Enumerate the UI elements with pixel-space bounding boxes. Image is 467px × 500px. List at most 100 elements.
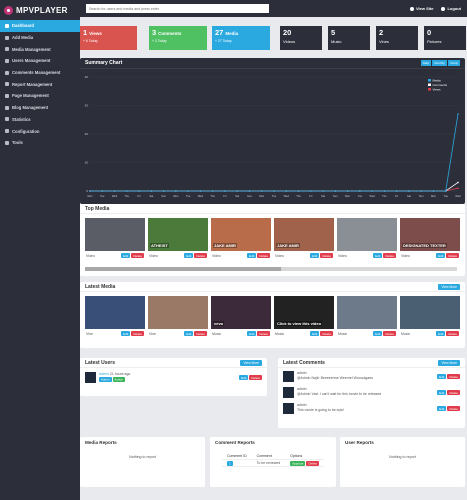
sidebar-item-add-media[interactable]: Add Media: [0, 32, 80, 44]
view-more-users-button[interactable]: View More: [240, 359, 262, 366]
media-card[interactable]: JAKE AMIR Video Edit Delete: [211, 218, 271, 260]
sidebar-item-blog-management[interactable]: Blog Management: [0, 102, 80, 114]
data-point[interactable]: [224, 190, 226, 192]
data-point[interactable]: [101, 190, 104, 192]
media-thumbnail[interactable]: [85, 218, 145, 251]
data-point[interactable]: [457, 187, 459, 189]
sidebar-item-page-management[interactable]: Page Management: [0, 90, 80, 102]
edit-button[interactable]: Edit: [437, 406, 447, 411]
media-card[interactable]: Video Edit Delete: [337, 218, 397, 260]
data-point[interactable]: [126, 190, 128, 192]
data-point[interactable]: [334, 190, 337, 192]
data-point[interactable]: [138, 190, 140, 192]
delete-button[interactable]: Delete: [320, 253, 333, 258]
media-card[interactable]: Vine Edit Delete: [85, 296, 145, 338]
data-point[interactable]: [346, 190, 349, 192]
delete-button[interactable]: Delete: [194, 253, 207, 258]
sidebar-item-comments-management[interactable]: Comments Management: [0, 67, 80, 79]
edit-button[interactable]: Edit: [247, 253, 257, 258]
edit-button[interactable]: Edit: [437, 390, 447, 395]
media-card[interactable]: Vine Edit Delete: [148, 296, 208, 338]
edit-button[interactable]: Edit: [437, 374, 447, 379]
media-card[interactable]: DESIGNATED TEXTER Video Edit Delete: [400, 218, 460, 260]
data-point[interactable]: [260, 190, 263, 192]
data-point[interactable]: [187, 190, 189, 192]
media-card[interactable]: Music Edit Delete: [400, 296, 460, 338]
media-thumbnail[interactable]: [337, 296, 397, 329]
media-thumbnail[interactable]: JAKE AMIR: [274, 218, 334, 251]
data-point[interactable]: [383, 190, 386, 192]
delete-button[interactable]: Delete: [446, 331, 459, 336]
data-point[interactable]: [432, 190, 435, 192]
delete-button[interactable]: Delete: [383, 331, 396, 336]
sidebar-item-users-management[interactable]: Users Management: [0, 55, 80, 67]
data-point[interactable]: [150, 190, 153, 192]
edit-button[interactable]: Edit: [310, 253, 320, 258]
data-point[interactable]: [236, 190, 238, 192]
stat-card-media[interactable]: 27 Media + 27 Today: [212, 26, 270, 50]
data-point[interactable]: [408, 190, 410, 192]
scrollbar-thumb[interactable]: [85, 267, 281, 271]
comment-user[interactable]: admin: [297, 403, 307, 407]
edit-button[interactable]: Edit: [373, 253, 383, 258]
stat-card-views[interactable]: 1 Views + 6 Today: [80, 26, 137, 50]
delete-button[interactable]: Delete: [194, 331, 207, 336]
sidebar-item-configuration[interactable]: Configuration: [0, 125, 80, 137]
edit-button[interactable]: Edit: [121, 253, 131, 258]
data-point[interactable]: [285, 190, 288, 192]
media-card[interactable]: vevo Music Edit Delete: [211, 296, 271, 338]
tab-monthly[interactable]: Monthly: [432, 60, 447, 66]
stat-card-music[interactable]: 5 Music: [328, 26, 370, 50]
media-card[interactable]: Music Edit Delete: [337, 296, 397, 338]
data-point[interactable]: [89, 190, 91, 192]
delete-button[interactable]: Delete: [131, 331, 144, 336]
sidebar-item-statistics[interactable]: Statistics: [0, 114, 80, 126]
data-point[interactable]: [199, 190, 202, 192]
edit-button[interactable]: Edit: [184, 331, 194, 336]
logout-link[interactable]: Logout: [441, 6, 461, 11]
data-point[interactable]: [457, 113, 459, 115]
media-thumbnail[interactable]: Click to view this video: [274, 296, 334, 329]
sidebar-item-media-management[interactable]: Media Management: [0, 43, 80, 55]
sidebar-item-dashboard[interactable]: Dashboard: [0, 20, 80, 32]
view-site-link[interactable]: View Site: [409, 6, 433, 11]
data-point[interactable]: [457, 181, 459, 184]
media-card[interactable]: Video Edit Delete: [85, 218, 145, 260]
comment-user[interactable]: admin: [297, 371, 307, 375]
comment-id-link[interactable]: 1: [226, 460, 233, 466]
delete-button[interactable]: Delete: [306, 460, 320, 466]
media-card[interactable]: JAKE AMIR Video Edit Delete: [274, 218, 334, 260]
view-more-comments-button[interactable]: View More: [438, 359, 460, 366]
stat-card-videos[interactable]: 20 Videos: [280, 26, 322, 50]
delete-button[interactable]: Delete: [447, 406, 460, 411]
delete-button[interactable]: Delete: [383, 253, 396, 258]
media-thumbnail[interactable]: [400, 296, 460, 329]
data-point[interactable]: [113, 190, 116, 192]
tab-yearly[interactable]: Yearly: [447, 60, 460, 66]
stat-card-vines[interactable]: 2 Vines: [376, 26, 418, 50]
approve-button[interactable]: Approve: [290, 460, 306, 466]
data-point[interactable]: [175, 190, 177, 192]
media-card[interactable]: Click to view this video Music Edit Delete: [274, 296, 334, 338]
delete-button[interactable]: Delete: [447, 374, 460, 379]
data-point[interactable]: [322, 190, 324, 192]
sidebar-item-report-management[interactable]: Report Management: [0, 78, 80, 90]
sidebar-item-tools[interactable]: Tools: [0, 137, 80, 149]
data-point[interactable]: [211, 190, 214, 192]
data-point[interactable]: [395, 190, 398, 192]
edit-button[interactable]: Edit: [239, 375, 249, 380]
media-thumbnail[interactable]: vevo: [211, 296, 271, 329]
delete-button[interactable]: Delete: [257, 331, 270, 336]
delete-button[interactable]: Delete: [320, 331, 333, 336]
top-media-scrollbar[interactable]: [85, 267, 457, 271]
media-thumbnail[interactable]: DESIGNATED TEXTER: [400, 218, 460, 251]
delete-button[interactable]: Delete: [249, 375, 262, 380]
data-point[interactable]: [248, 190, 251, 192]
edit-button[interactable]: Edit: [121, 331, 131, 336]
edit-button[interactable]: Edit: [310, 331, 320, 336]
edit-button[interactable]: Edit: [436, 253, 446, 258]
delete-button[interactable]: Delete: [447, 390, 460, 395]
data-point[interactable]: [310, 190, 312, 192]
data-point[interactable]: [420, 190, 423, 192]
data-point[interactable]: [359, 190, 361, 192]
